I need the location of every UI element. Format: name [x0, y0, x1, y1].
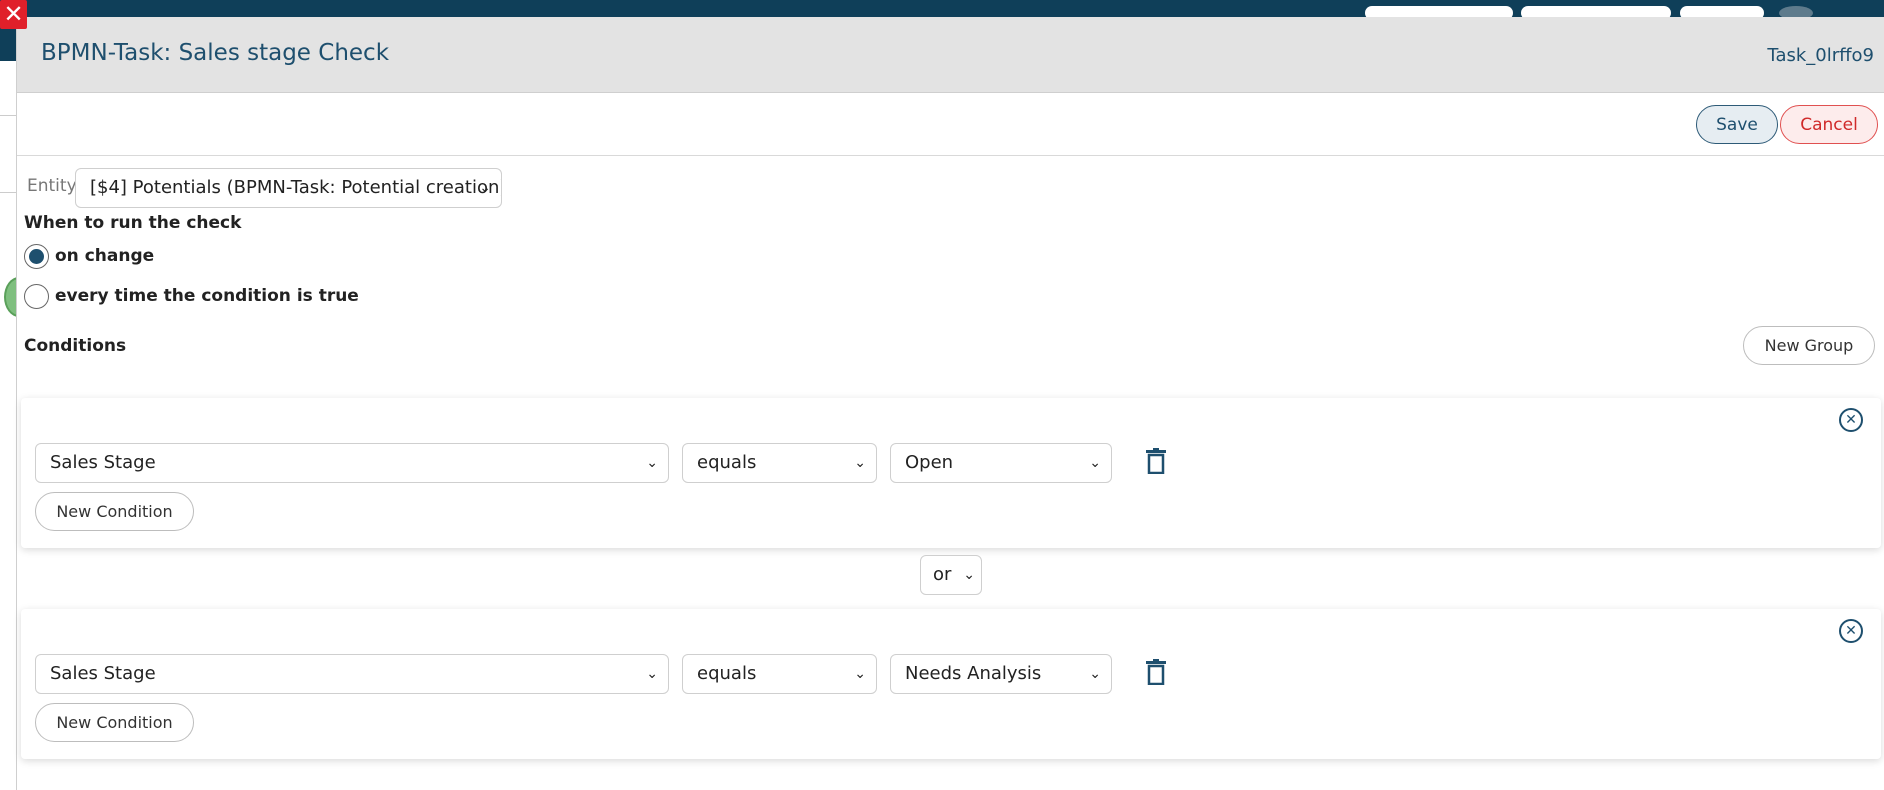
condition-group: ✕ Sales Stage ⌄ equals ⌄ Needs Analysis …: [21, 609, 1881, 759]
background-content-strip: [0, 17, 16, 790]
bpmn-task-modal: BPMN-Task: Sales stage Check Task_0lrffo…: [16, 17, 1884, 790]
value-select[interactable]: Open ⌄: [890, 443, 1112, 483]
new-condition-button[interactable]: New Condition: [35, 703, 194, 742]
radio-button[interactable]: [24, 284, 49, 309]
or-select-value: or: [933, 564, 952, 585]
operator-select-value: equals: [697, 452, 757, 473]
field-select-value: Sales Stage: [50, 663, 156, 684]
operator-select[interactable]: equals ⌄: [682, 654, 877, 694]
entity-select[interactable]: [$4] Potentials (BPMN-Task: Potential cr…: [75, 168, 502, 208]
field-select-value: Sales Stage: [50, 452, 156, 473]
operator-select[interactable]: equals ⌄: [682, 443, 877, 483]
modal-title: BPMN-Task: Sales stage Check: [41, 40, 390, 66]
background-green-circle: [4, 277, 16, 317]
chevron-down-icon: ⌄: [646, 455, 658, 471]
field-select[interactable]: Sales Stage ⌄: [35, 654, 669, 694]
modal-toolbar: Save Cancel: [17, 93, 1884, 156]
chevron-down-icon: ⌄: [1089, 666, 1101, 682]
conditions-title: Conditions: [24, 336, 127, 356]
modal-header: BPMN-Task: Sales stage Check Task_0lrffo…: [17, 17, 1884, 93]
run-check-title: When to run the check: [24, 213, 242, 233]
value-select[interactable]: Needs Analysis ⌄: [890, 654, 1112, 694]
operator-select-value: equals: [697, 663, 757, 684]
background-divider: [0, 115, 16, 116]
chevron-down-icon: ⌄: [854, 666, 866, 682]
chevron-down-icon: ⌄: [854, 455, 866, 471]
value-select-value: Needs Analysis: [905, 663, 1042, 684]
close-icon[interactable]: ✕: [0, 0, 27, 29]
chevron-down-icon: ⌄: [646, 666, 658, 682]
or-select[interactable]: or ⌄: [920, 555, 982, 595]
chevron-down-icon: ⌄: [1089, 455, 1101, 471]
field-select[interactable]: Sales Stage ⌄: [35, 443, 669, 483]
chevron-down-icon: ⌄: [479, 180, 491, 196]
new-group-button[interactable]: New Group: [1743, 326, 1875, 365]
entity-label: Entity: [27, 176, 77, 196]
radio-button[interactable]: [24, 244, 49, 269]
trash-icon[interactable]: [1146, 448, 1166, 474]
entity-select-value: [$4] Potentials (BPMN-Task: Potential cr…: [90, 177, 502, 198]
value-select-value: Open: [905, 452, 954, 473]
radio-label: on change: [55, 246, 155, 266]
background-divider: [0, 192, 16, 193]
chevron-down-icon: ⌄: [963, 567, 975, 583]
task-id: Task_0lrffo9: [1767, 45, 1874, 66]
condition-group: ✕ Sales Stage ⌄ equals ⌄ Open ⌄ New Cond…: [21, 398, 1881, 548]
radio-label: every time the condition is true: [55, 286, 359, 306]
new-condition-button[interactable]: New Condition: [35, 492, 194, 531]
remove-group-icon[interactable]: ✕: [1839, 619, 1863, 643]
remove-group-icon[interactable]: ✕: [1839, 408, 1863, 432]
cancel-button[interactable]: Cancel: [1780, 105, 1878, 144]
save-button[interactable]: Save: [1696, 105, 1778, 144]
trash-icon[interactable]: [1146, 659, 1166, 685]
